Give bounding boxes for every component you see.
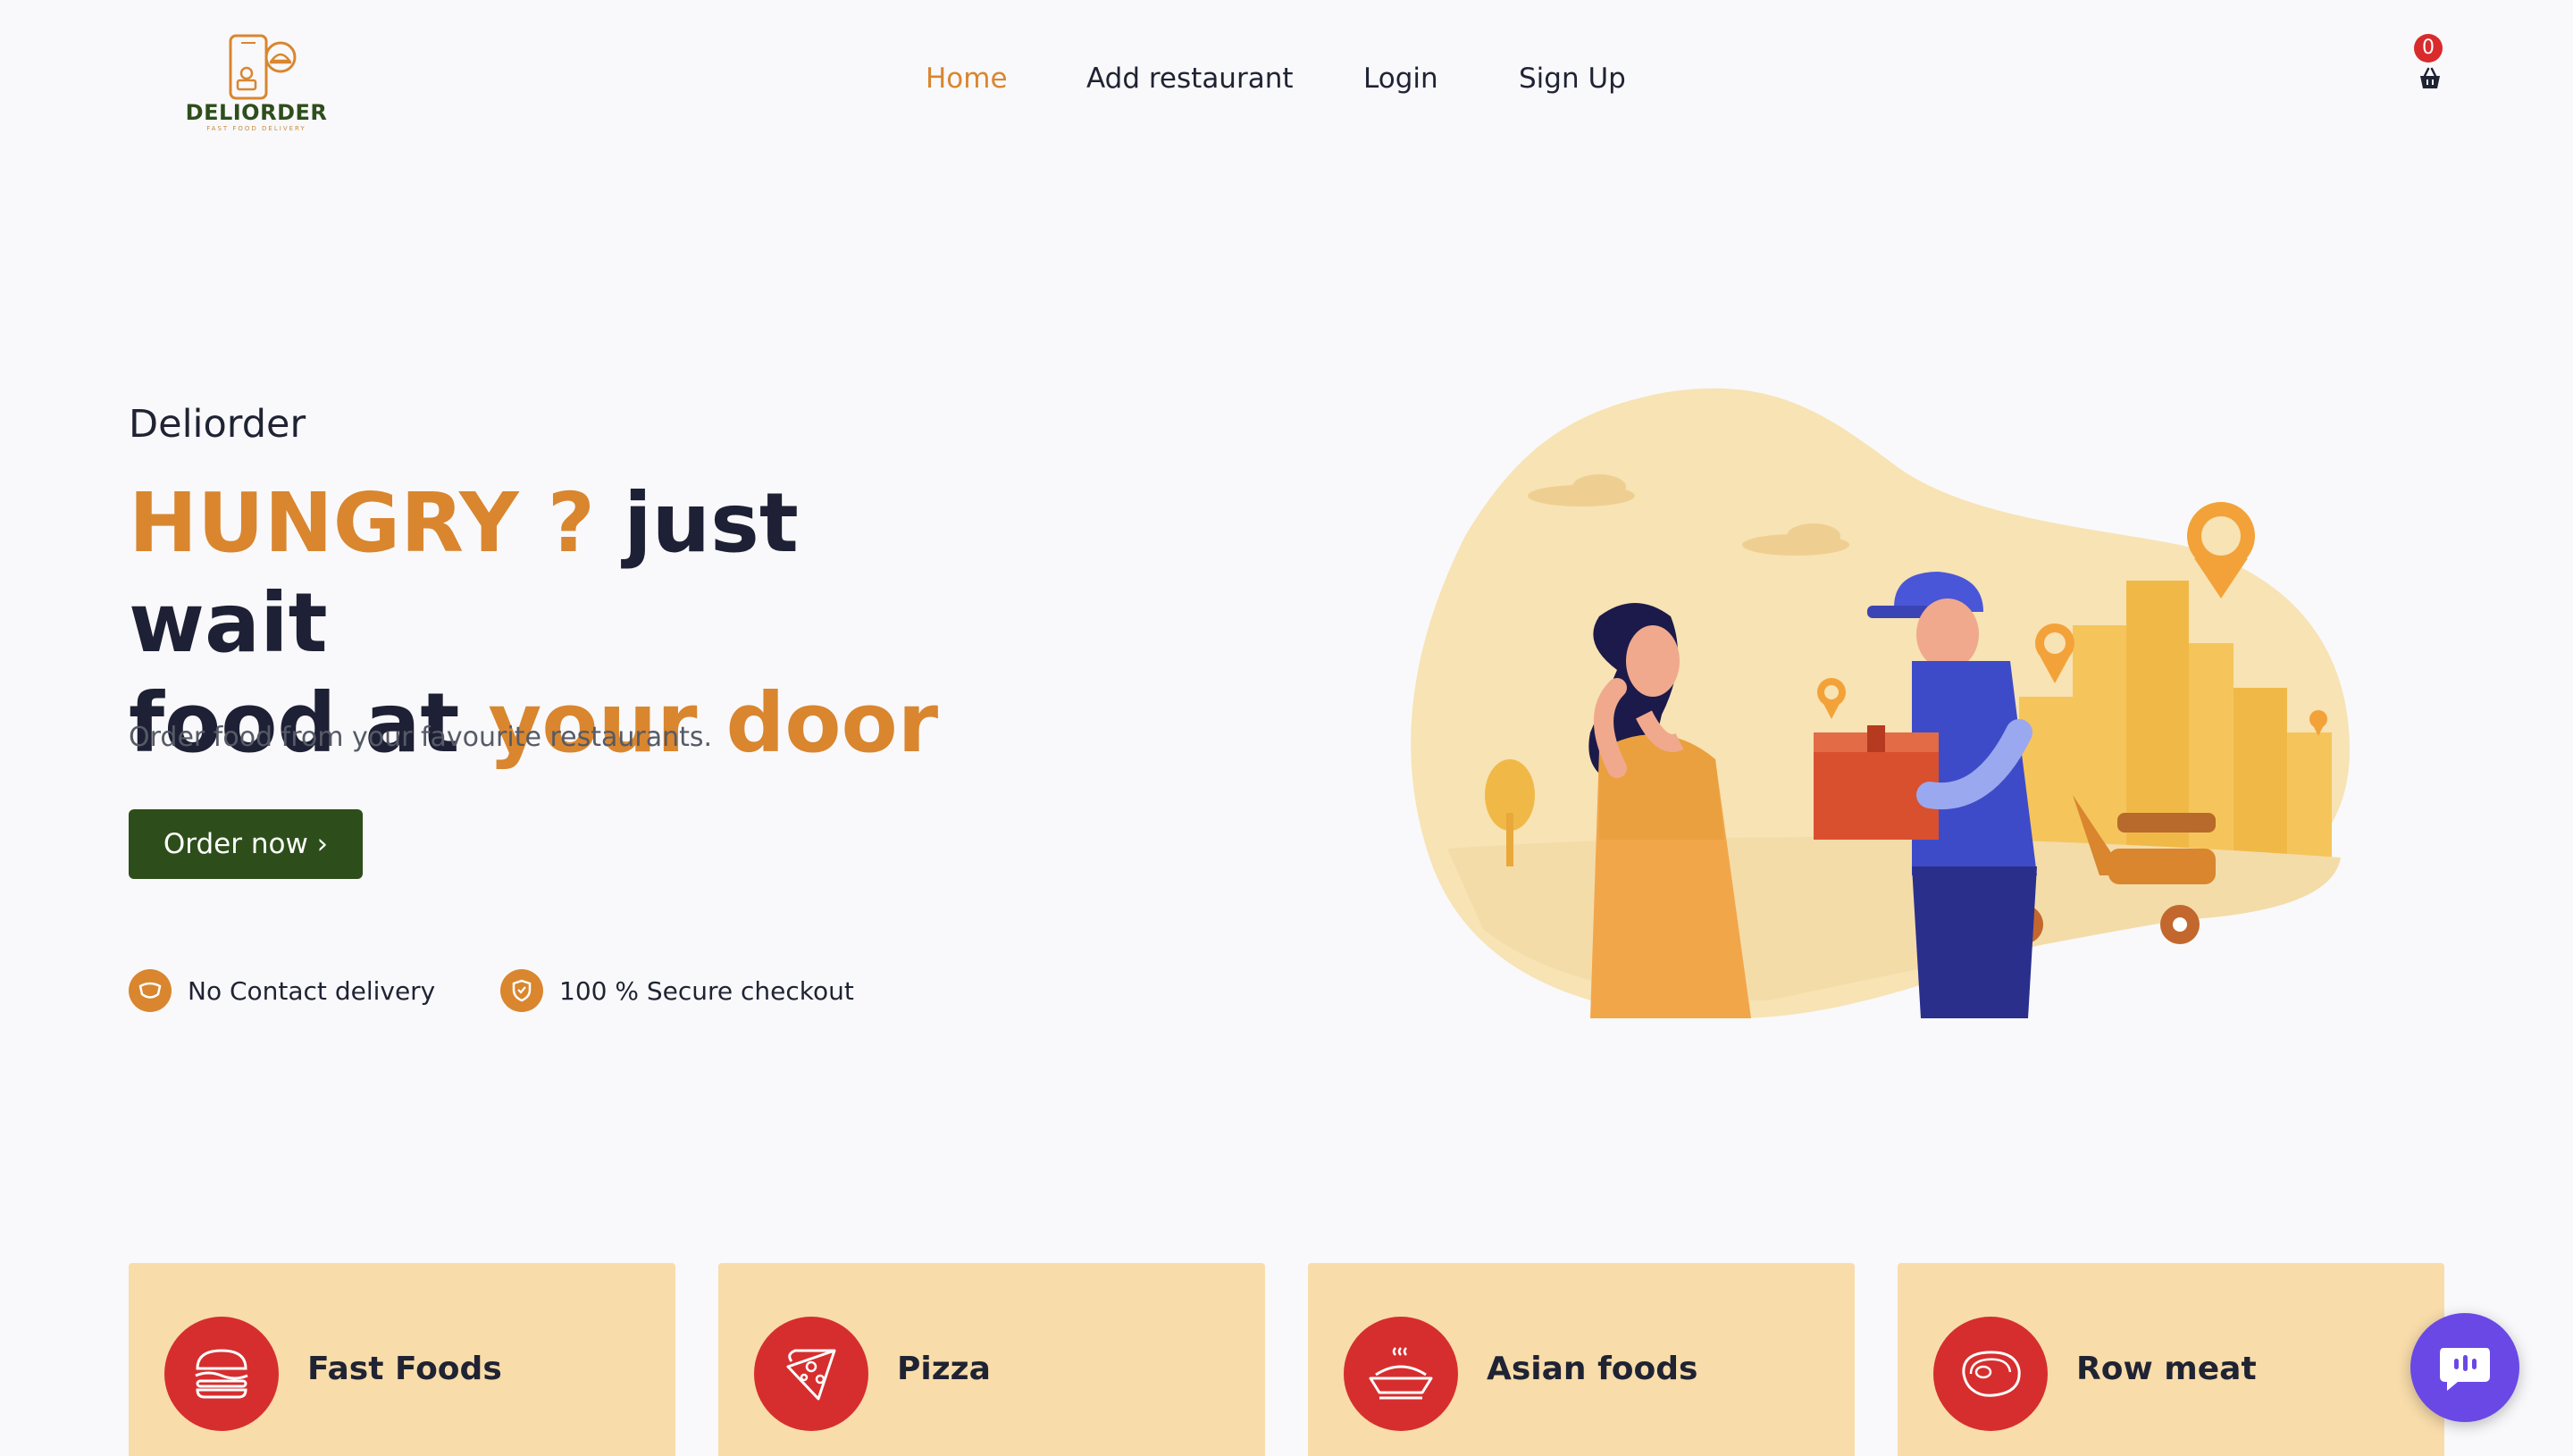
nav-login[interactable]: Login xyxy=(1363,63,1438,95)
shield-icon xyxy=(500,969,543,1012)
feature-secure-checkout: 100 % Secure checkout xyxy=(500,968,854,1013)
burger-icon xyxy=(164,1317,279,1431)
category-fast-foods-label: Fast Foods xyxy=(307,1351,502,1387)
nav-add-restaurant[interactable]: Add restaurant xyxy=(1086,63,1294,95)
category-asian-foods-label: Asian foods xyxy=(1487,1351,1698,1387)
logo[interactable]: DELIORDER FAST FOOD DELIVERY xyxy=(185,30,328,139)
nav-sign-up[interactable]: Sign Up xyxy=(1519,63,1626,95)
feature-secure-checkout-label: 100 % Secure checkout xyxy=(559,975,854,1006)
logo-phone-icon xyxy=(229,34,297,100)
delivery-illustration xyxy=(1411,388,2350,1018)
category-row-meat-label: Row meat xyxy=(2076,1351,2257,1387)
cart-button[interactable]: 0 xyxy=(2414,34,2457,96)
order-now-button[interactable]: Order now › xyxy=(129,809,363,879)
category-pizza[interactable]: Pizza xyxy=(718,1263,1265,1456)
feature-no-contact: No Contact delivery xyxy=(129,968,435,1013)
cart-count-badge: 0 xyxy=(2414,34,2443,63)
logo-name: DELIORDER xyxy=(185,100,328,125)
pizza-icon xyxy=(754,1317,868,1431)
meat-icon xyxy=(1933,1317,2048,1431)
basket-icon xyxy=(2420,67,2440,88)
logo-tagline: FAST FOOD DELIVERY xyxy=(206,125,306,132)
headline-hungry: HUNGRY ? xyxy=(129,475,596,571)
category-pizza-label: Pizza xyxy=(897,1351,991,1387)
hero-brand: Deliorder xyxy=(129,402,306,447)
hero-subtext: Order food from your favourite restauran… xyxy=(129,722,713,753)
chat-button[interactable] xyxy=(2410,1313,2519,1422)
category-row-meat[interactable]: Row meat xyxy=(1898,1263,2444,1456)
mask-icon xyxy=(129,969,172,1012)
category-asian-foods[interactable]: Asian foods xyxy=(1308,1263,1855,1456)
nav-home[interactable]: Home xyxy=(926,63,1008,95)
asian-food-icon xyxy=(1344,1317,1458,1431)
feature-no-contact-label: No Contact delivery xyxy=(188,975,436,1006)
chat-icon xyxy=(2440,1348,2490,1391)
category-fast-foods[interactable]: Fast Foods xyxy=(129,1263,675,1456)
